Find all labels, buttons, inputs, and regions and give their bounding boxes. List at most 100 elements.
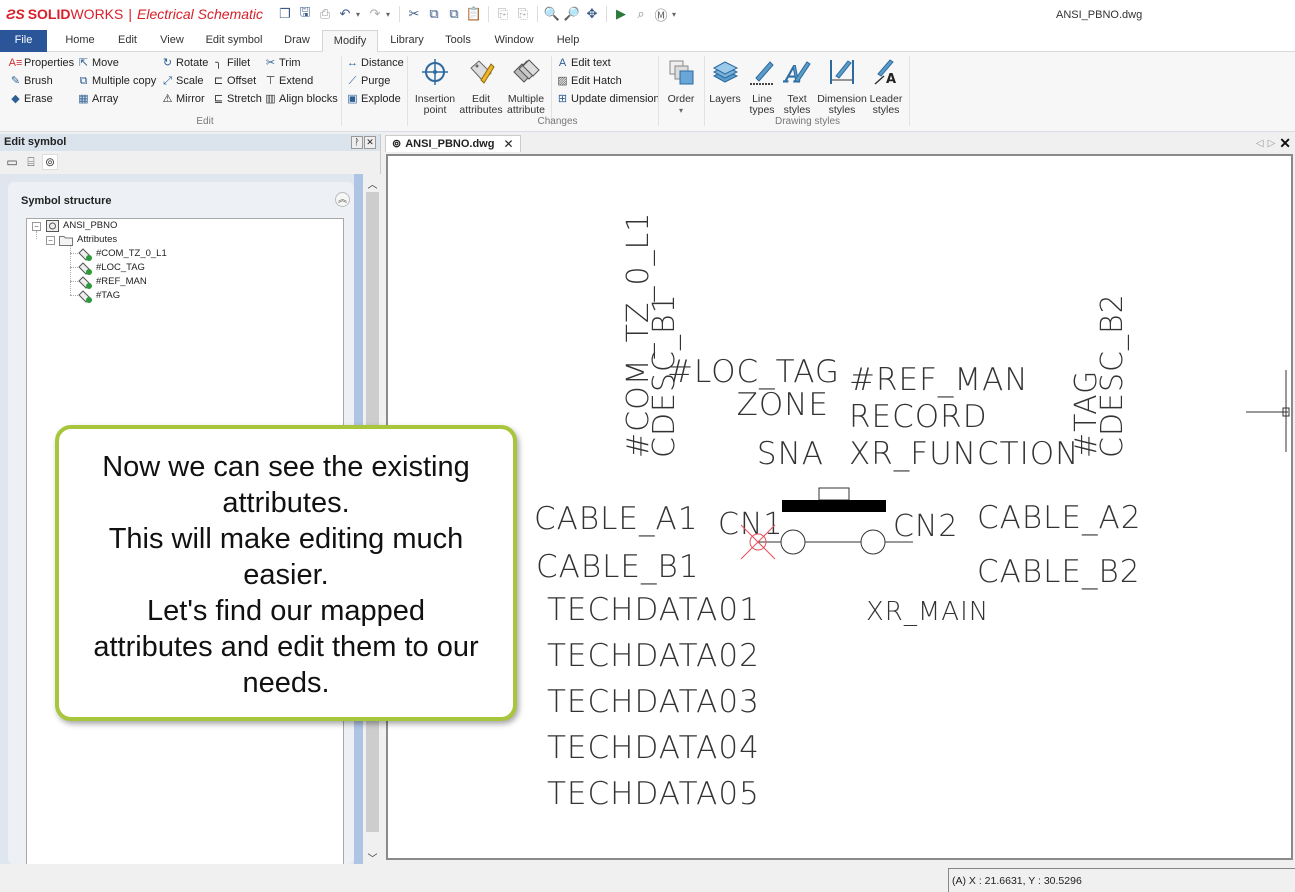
symbol-structure-icon[interactable]: ⊚: [42, 154, 58, 170]
tab-view[interactable]: View: [153, 30, 191, 52]
tree-node-attributes[interactable]: − Attributes: [46, 233, 117, 247]
tree-node-root[interactable]: − ANSI_PBNO: [32, 219, 117, 233]
close-tab-icon[interactable]: ✕: [503, 137, 513, 152]
drawing-canvas[interactable]: #COM_TZ_0_L1 CDESC_B1 #TAG CDESC_B2 #LOC…: [386, 154, 1293, 860]
tree-node-attribute[interactable]: #REF_MAN: [78, 275, 147, 289]
fillet-button[interactable]: ╮ Fillet: [212, 55, 250, 72]
order-button[interactable]: Order ▾: [660, 56, 702, 116]
multiple-attribute-button[interactable]: Multiple attribute: [503, 56, 549, 116]
tab-edit[interactable]: Edit: [110, 30, 145, 52]
customize-toolbar-icon[interactable]: ▾: [672, 10, 680, 19]
explode-button[interactable]: ▣ Explode: [346, 91, 400, 108]
tab-modify[interactable]: Modify: [322, 30, 378, 53]
distance-button[interactable]: ↔ Distance: [346, 55, 404, 72]
redo-icon[interactable]: ↷: [366, 5, 384, 23]
tab-help[interactable]: Help: [552, 30, 584, 52]
update-dimension-button[interactable]: ⊞ Update dimension: [556, 91, 660, 108]
attr-cable-b1[interactable]: CABLE_B1: [536, 549, 700, 585]
properties-button[interactable]: A≡ Properties: [9, 55, 75, 72]
multiple-copy-button[interactable]: ⧉ Multiple copy: [77, 73, 157, 90]
attr-loc-tag[interactable]: #LOC_TAG: [667, 354, 840, 390]
run-icon[interactable]: ▶: [612, 5, 630, 23]
brush-button[interactable]: ✎ Brush: [9, 73, 53, 90]
tab-edit-symbol[interactable]: Edit symbol: [200, 30, 268, 52]
close-document-icon[interactable]: ✕: [1279, 135, 1291, 152]
array-button[interactable]: ▦ Array: [77, 91, 118, 108]
paste-icon[interactable]: 📋: [465, 5, 483, 23]
copy-with-base-icon[interactable]: ⧉: [445, 5, 463, 23]
insertion-point-button[interactable]: Insertion point: [412, 56, 458, 116]
undo-icon[interactable]: ↶: [336, 5, 354, 23]
pan-icon[interactable]: ✥: [583, 5, 601, 23]
attr-cdesc-b2[interactable]: CDESC_B2: [1095, 293, 1130, 458]
move-button[interactable]: ⇱ Move: [77, 55, 119, 72]
previous-tab-icon[interactable]: ◁: [1256, 138, 1264, 149]
print-icon[interactable]: ⎙: [316, 5, 334, 23]
attr-record[interactable]: RECORD: [849, 399, 988, 435]
connection-cn1[interactable]: CN1: [718, 507, 783, 542]
redo-dropdown-icon[interactable]: ▾: [386, 10, 394, 19]
connection-points-icon[interactable]: ⌸: [23, 154, 39, 170]
attr-cable-b2[interactable]: CABLE_B2: [977, 554, 1141, 590]
next-tab-icon[interactable]: ▷: [1268, 138, 1276, 149]
tab-home[interactable]: Home: [55, 30, 105, 52]
attr-cable-a1[interactable]: CABLE_A1: [534, 501, 698, 537]
collapse-section-icon[interactable]: ︽: [335, 192, 350, 207]
edit-attributes-button[interactable]: Edit attributes: [458, 56, 504, 116]
pin-icon[interactable]: ᚹ: [351, 136, 363, 149]
align-blocks-button[interactable]: ▥ Align blocks: [264, 91, 337, 108]
attr-xr-main[interactable]: XR_MAIN: [866, 597, 989, 627]
trim-button[interactable]: ✂ Trim: [264, 55, 301, 72]
text-styles-button[interactable]: A Text styles: [775, 56, 819, 116]
attr-techdata05[interactable]: TECHDATA05: [547, 776, 760, 812]
tree-node-attribute[interactable]: #LOC_TAG: [78, 261, 145, 275]
search-icon[interactable]: ⌕: [632, 5, 650, 23]
tab-tools[interactable]: Tools: [440, 30, 476, 52]
collapse-node-icon[interactable]: −: [46, 235, 55, 245]
tab-file[interactable]: File: [0, 30, 47, 52]
zoom-window-icon[interactable]: 🔎: [563, 5, 581, 23]
zoom-realtime-icon[interactable]: 🔍: [543, 5, 561, 23]
order-dropdown-icon[interactable]: ▾: [660, 105, 702, 116]
attr-techdata04[interactable]: TECHDATA04: [547, 730, 760, 766]
tab-library[interactable]: Library: [386, 30, 428, 52]
properties-view-icon[interactable]: ▭: [4, 154, 20, 170]
edit-text-button[interactable]: A Edit text: [556, 55, 611, 72]
macro-icon[interactable]: Ⓜ: [652, 5, 670, 23]
attr-sna[interactable]: SNA: [757, 436, 824, 472]
extend-button[interactable]: ⊤ Extend: [264, 73, 314, 90]
document-tab[interactable]: ⊚ ANSI_PBNO.dwg ✕: [385, 135, 521, 152]
attr-techdata01[interactable]: TECHDATA01: [547, 592, 760, 628]
edit-hatch-button[interactable]: ▨ Edit Hatch: [556, 73, 621, 90]
rotate-button[interactable]: ↻ Rotate: [161, 55, 209, 72]
close-panel-icon[interactable]: ✕: [364, 136, 376, 149]
attr-ref-man[interactable]: #REF_MAN: [849, 362, 1029, 398]
attr-zone[interactable]: ZONE: [737, 387, 829, 423]
scale-button[interactable]: ⤢ Scale: [161, 73, 203, 90]
connection-cn2[interactable]: CN2: [893, 509, 958, 544]
offset-button[interactable]: ⊏ Offset: [212, 73, 256, 90]
tab-window[interactable]: Window: [490, 30, 538, 52]
attr-cable-a2[interactable]: CABLE_A2: [977, 500, 1141, 536]
paste-special-icon[interactable]: ⎘: [494, 5, 512, 23]
cut-icon[interactable]: ✂: [405, 5, 423, 23]
attr-xr-function[interactable]: XR_FUNCTION: [849, 436, 1079, 472]
attr-techdata02[interactable]: TECHDATA02: [547, 638, 760, 674]
attr-techdata03[interactable]: TECHDATA03: [547, 684, 760, 720]
copy-icon[interactable]: ⧉: [425, 5, 443, 23]
tree-node-attribute[interactable]: #TAG: [78, 289, 120, 303]
stretch-button[interactable]: ⊑ Stretch: [212, 91, 262, 108]
save-icon[interactable]: 🖫: [296, 4, 314, 23]
tab-draw[interactable]: Draw: [278, 30, 316, 52]
mirror-button[interactable]: ⚠ Mirror: [161, 91, 205, 108]
open-icon[interactable]: ❐: [276, 5, 294, 23]
scroll-down-icon[interactable]: ﹀: [364, 850, 381, 865]
scroll-up-icon[interactable]: ︿: [364, 176, 381, 191]
leader-styles-button[interactable]: A Leader styles: [864, 56, 908, 116]
paste-block-icon[interactable]: ⎘: [514, 5, 532, 23]
undo-dropdown-icon[interactable]: ▾: [356, 10, 364, 19]
dimension-styles-button[interactable]: Dimension styles: [816, 56, 868, 116]
collapse-node-icon[interactable]: −: [32, 221, 41, 231]
erase-button[interactable]: ◆ Erase: [9, 91, 52, 108]
tree-node-attribute[interactable]: #COM_TZ_0_L1: [78, 247, 167, 261]
